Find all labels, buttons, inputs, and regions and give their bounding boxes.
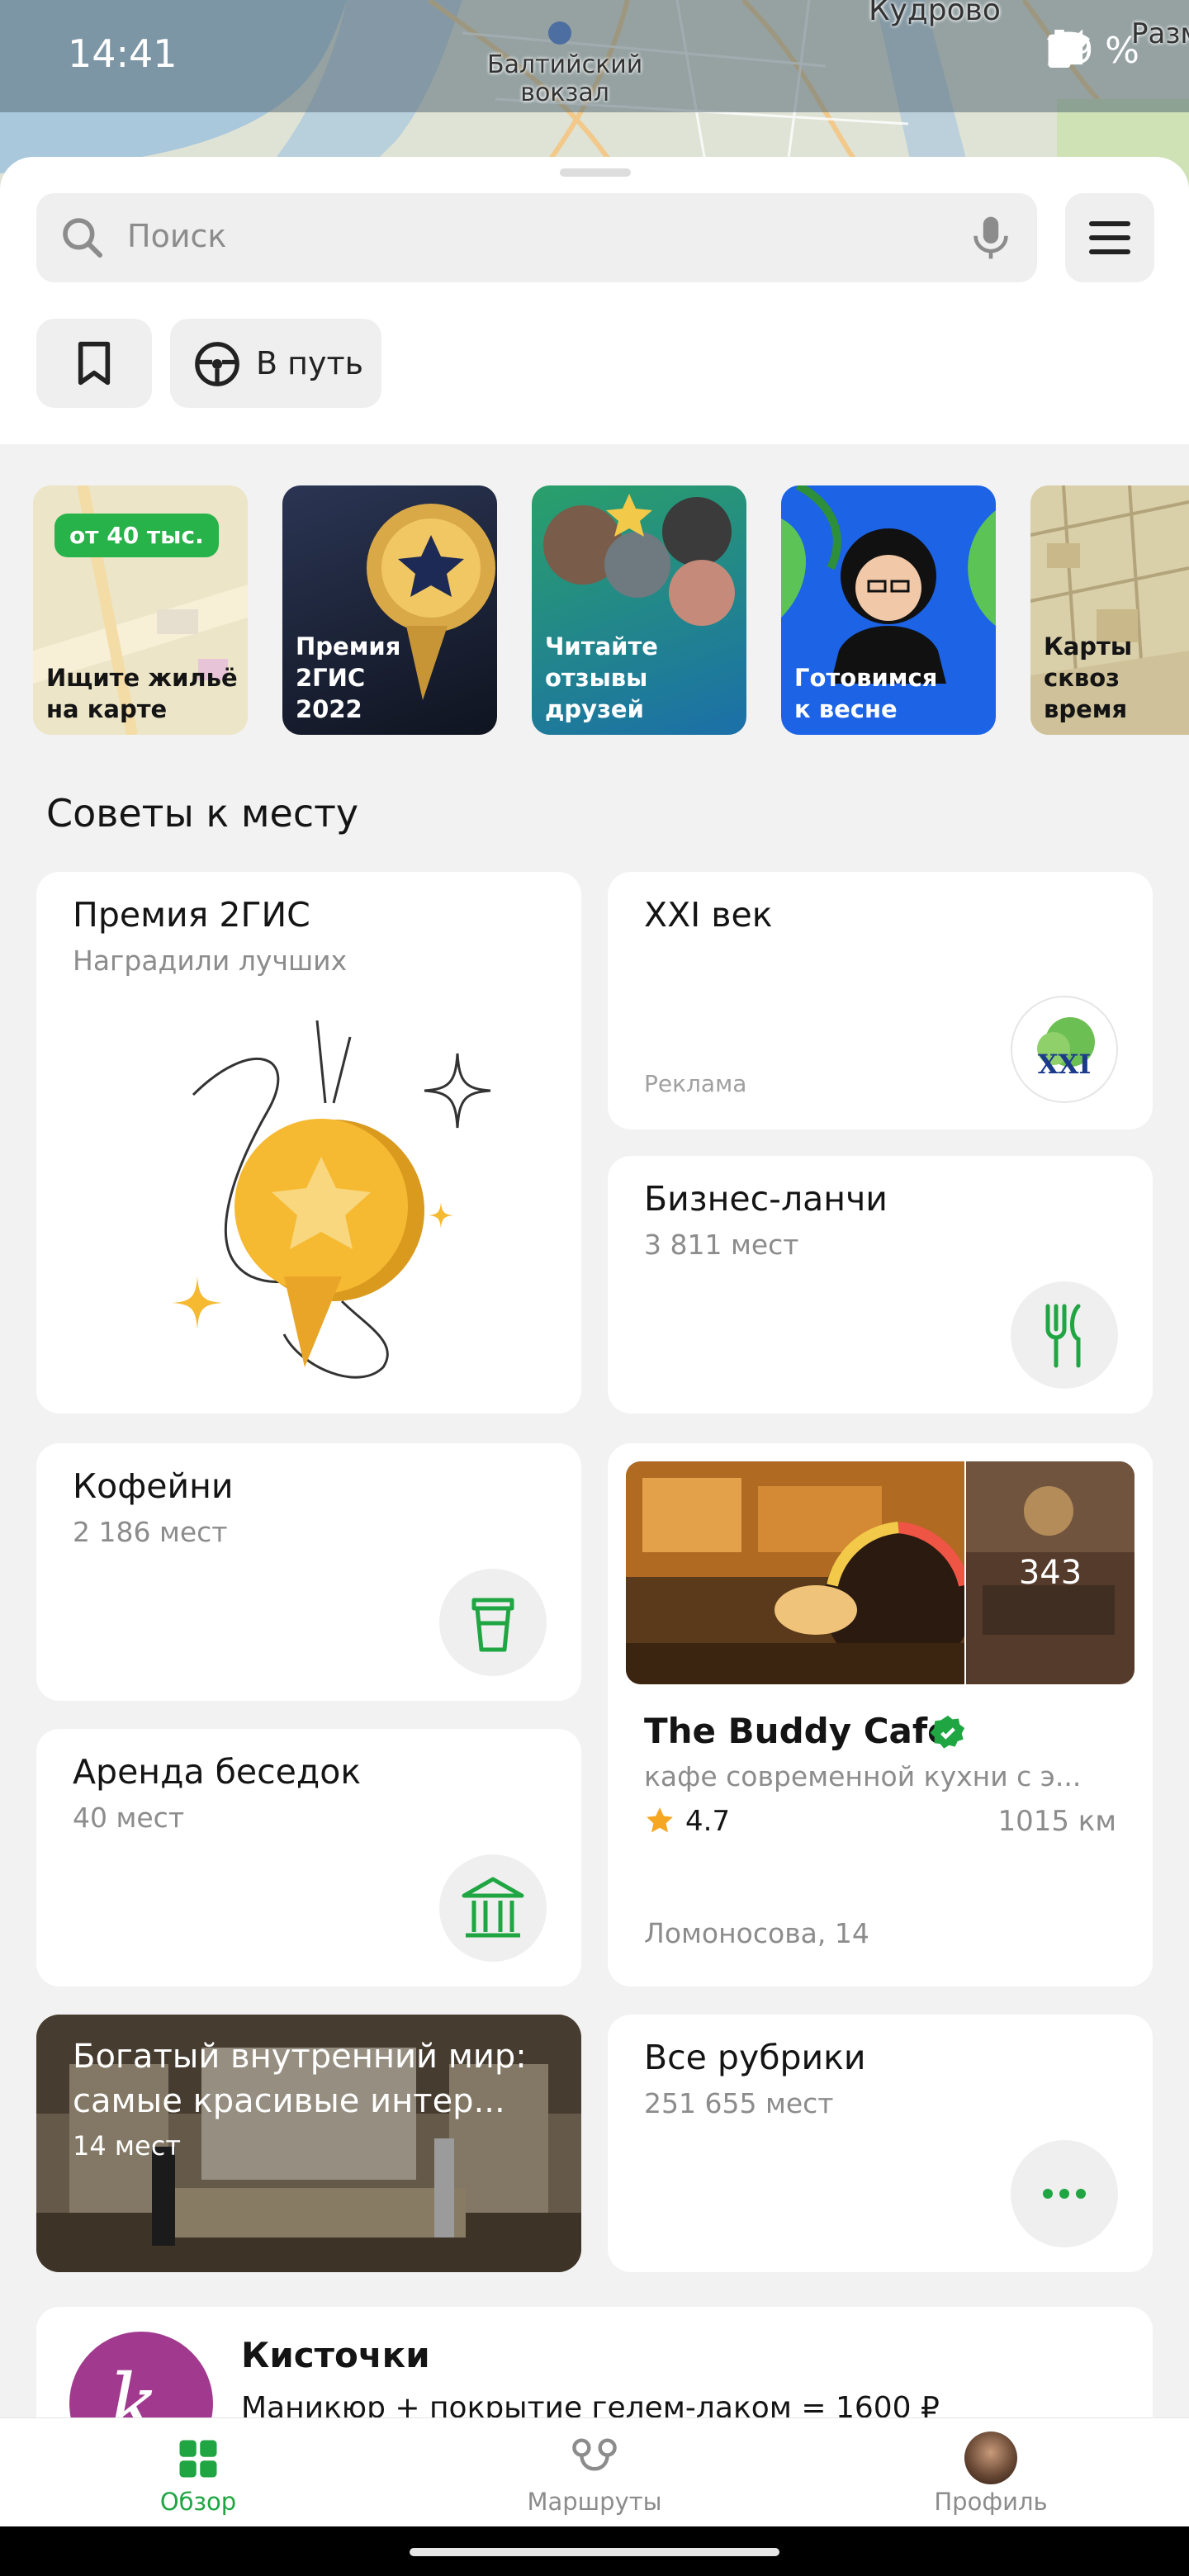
award-illustration: [173, 1020, 491, 1379]
card-subtitle: Наградили лучших: [73, 945, 348, 977]
card-title: Бизнес-ланчи: [644, 1179, 888, 1219]
more-dots-icon: [1043, 2189, 1086, 2199]
card-ad[interactable]: XXI век Реклама XXI: [608, 872, 1153, 1129]
cafe-description: кафе современной кухни с э...: [644, 1760, 1082, 1792]
gazebo-icon-circle: [439, 1854, 547, 1962]
story-caption: Читайте отзывы друзей: [545, 632, 658, 723]
status-time: 14:41: [68, 31, 178, 76]
story-maps-history[interactable]: Карты сквоз время: [1030, 485, 1189, 735]
more-icon-circle: [1011, 2140, 1118, 2247]
card-title: Аренда беседок: [73, 1752, 362, 1792]
status-icons: 89 %: [1047, 30, 1139, 72]
cafe-photo-main: [626, 1461, 964, 1684]
home-indicator[interactable]: [410, 2548, 779, 2556]
map-label-kudrovo: Кудрово: [869, 0, 1001, 27]
search-placeholder: Поиск: [127, 218, 227, 254]
nav-profile[interactable]: Профиль: [867, 2418, 1115, 2527]
nav-label: Профиль: [934, 2488, 1048, 2516]
story-spring[interactable]: Готовимся к весне: [781, 485, 996, 735]
card-title: Кофейни: [73, 1466, 234, 1506]
bottom-navigation: Обзор Маршруты Профиль: [0, 2417, 1189, 2526]
route-button-label: В путь: [256, 345, 364, 381]
story-caption: Карты сквоз время: [1044, 632, 1133, 723]
card-all-categories[interactable]: Все рубрики 251 655 мест: [608, 2015, 1153, 2272]
card-coffee[interactable]: Кофейни 2 186 мест: [36, 1443, 581, 1701]
cafe-rating: 4.7: [685, 1805, 731, 1838]
card-subtitle: 2 186 мест: [73, 1516, 228, 1548]
card-subtitle: 251 655 мест: [644, 2087, 834, 2119]
card-award[interactable]: Премия 2ГИС Наградили лучших: [36, 872, 581, 1413]
card-title: XXI век: [644, 895, 773, 935]
story-reviews[interactable]: Читайте отзывы друзей: [532, 485, 746, 735]
ad-label: Реклама: [644, 1070, 747, 1097]
story-housing[interactable]: от 40 тыс. Ищите жильё на карте: [33, 485, 248, 735]
card-subtitle: 14 мест: [73, 2130, 181, 2162]
story-caption: Готовимся к весне: [794, 664, 938, 723]
cafe-address: Ломоносова, 14: [644, 1917, 869, 1949]
coffee-cup-icon: [471, 1598, 514, 1652]
card-title: Все рубрики: [644, 2038, 866, 2077]
menu-button[interactable]: [1065, 193, 1154, 282]
verified-badge-icon: [930, 1715, 965, 1749]
nav-routes[interactable]: Маршруты: [471, 2418, 718, 2527]
photo-count: 343: [1018, 1554, 1082, 1592]
routes-icon: [572, 2438, 617, 2471]
card-business-lunch[interactable]: Бизнес-ланчи 3 811 мест: [608, 1156, 1153, 1413]
section-title: Советы к месту: [46, 791, 359, 836]
cutlery-icon: [1045, 1304, 1081, 1368]
sheet-drag-handle[interactable]: [560, 168, 631, 177]
card-title: Богатый внутренний мир: самые красивые и…: [73, 2038, 527, 2120]
card-gazebo[interactable]: Аренда беседок 40 мест: [36, 1729, 581, 1986]
coffee-icon-circle: [439, 1569, 547, 1676]
battery-icon: [1048, 30, 1071, 68]
nav-overview[interactable]: Обзор: [74, 2418, 322, 2527]
search-sheet: Поиск В путь: [0, 157, 1189, 444]
map-label-edge: Разм: [1131, 17, 1189, 50]
story-award[interactable]: Премия 2ГИС 2022: [282, 485, 497, 735]
bookmark-icon: [78, 341, 111, 386]
bookmarks-button[interactable]: [36, 319, 152, 408]
menu-icon-bar: [1089, 249, 1130, 254]
search-input[interactable]: Поиск: [36, 193, 1037, 282]
card-subtitle: 40 мест: [73, 1802, 185, 1834]
ad-logo-text: XXI: [1037, 1049, 1092, 1080]
route-button[interactable]: В путь: [170, 319, 381, 408]
avatar: [964, 2432, 1017, 2484]
map-label-station: Балтийский вокзал: [487, 50, 643, 107]
grid-icon: [179, 2440, 217, 2478]
star-icon: [647, 1807, 673, 1833]
card-buddy-cafe[interactable]: 343 The Buddy Cafe кафе современной кухн…: [608, 1443, 1153, 1986]
card-subtitle: 3 811 мест: [644, 1229, 799, 1261]
menu-icon-bar: [1089, 235, 1130, 240]
stories-carousel[interactable]: от 40 тыс. Ищите жильё на карте Премия 2…: [0, 485, 1189, 738]
promo-title: Кисточки: [241, 2335, 430, 2375]
card-title: Премия 2ГИС: [73, 895, 310, 935]
story-caption: Ищите жильё на карте: [46, 664, 238, 723]
ad-logo: XXI: [1011, 996, 1118, 1103]
search-icon: [63, 218, 103, 258]
nav-label: Маршруты: [527, 2488, 662, 2516]
cafe-distance: 1015 км: [997, 1805, 1116, 1838]
steering-wheel-icon: [195, 342, 239, 386]
nav-label: Обзор: [159, 2488, 237, 2516]
gesture-bar: [0, 2526, 1189, 2576]
cafe-photos[interactable]: 343: [626, 1461, 1135, 1684]
microphone-icon[interactable]: [968, 213, 1014, 263]
cutlery-icon-circle: [1011, 1281, 1118, 1389]
story-caption: Премия 2ГИС 2022: [296, 632, 401, 723]
story-price-badge: от 40 тыс.: [54, 514, 219, 557]
menu-icon: [1089, 221, 1130, 226]
cafe-name: The Buddy Cafe: [644, 1711, 951, 1751]
card-interiors[interactable]: Богатый внутренний мир: самые красивые и…: [36, 2015, 581, 2272]
gazebo-icon: [462, 1877, 524, 1938]
